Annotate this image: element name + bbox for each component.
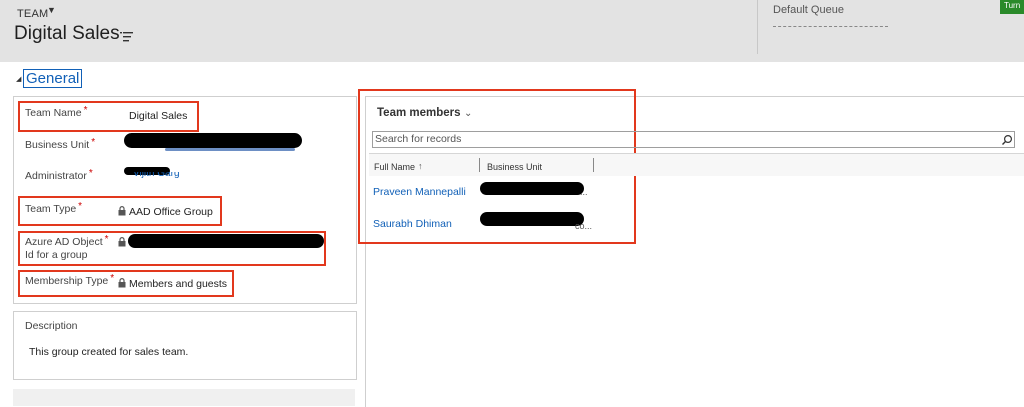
list-menu-icon[interactable] bbox=[120, 31, 133, 43]
default-queue-label: Default Queue bbox=[773, 4, 844, 16]
chevron-down-icon[interactable]: ⌄ bbox=[464, 108, 472, 119]
column-divider[interactable] bbox=[479, 158, 480, 172]
search-icon[interactable] bbox=[1001, 134, 1013, 146]
column-header-full-name[interactable]: Full Name bbox=[374, 162, 415, 172]
header-divider bbox=[757, 0, 758, 54]
business-unit-cell: ... bbox=[580, 187, 588, 197]
business-unit-label: Business Unit * bbox=[25, 137, 96, 151]
administrator-label: Administrator * bbox=[25, 168, 93, 182]
business-unit-cell: co... bbox=[575, 221, 593, 231]
triangle-collapse-icon[interactable]: ◢ bbox=[16, 75, 21, 83]
team-name-label: Team Name * bbox=[25, 105, 88, 119]
column-header-business-unit[interactable]: Business Unit bbox=[487, 162, 542, 172]
page-title: Digital Sales bbox=[14, 23, 120, 44]
team-type-value: AAD Office Group bbox=[129, 206, 213, 218]
sort-ascending-icon[interactable]: ↑ bbox=[418, 161, 423, 171]
default-queue-field[interactable] bbox=[773, 26, 888, 27]
next-section-strip bbox=[13, 389, 355, 406]
redacted-scribble bbox=[480, 212, 584, 226]
member-name-link[interactable]: Praveen Mannepalli bbox=[373, 186, 466, 198]
member-name-link[interactable]: Saurabh Dhiman bbox=[373, 218, 452, 230]
lock-icon bbox=[118, 278, 126, 288]
team-type-label: Team Type * bbox=[25, 201, 83, 215]
subgrid-title[interactable]: Team members bbox=[377, 107, 461, 119]
lock-icon bbox=[118, 237, 126, 247]
administrator-value[interactable]: Vijith Garg bbox=[133, 172, 180, 183]
description-value[interactable]: This group created for sales team. bbox=[29, 346, 188, 358]
redacted-scribble bbox=[124, 133, 302, 148]
lock-icon bbox=[118, 206, 126, 216]
membership-type-value: Members and guests bbox=[129, 278, 228, 290]
grid-header-row bbox=[369, 154, 1024, 176]
entity-type-label[interactable]: TEAM bbox=[17, 8, 48, 20]
section-general-toggle[interactable]: General bbox=[23, 69, 83, 88]
record-header bbox=[0, 0, 1024, 62]
description-label: Description bbox=[25, 320, 78, 332]
redacted-scribble bbox=[128, 234, 324, 248]
turn-button[interactable]: Turn bbox=[1000, 0, 1024, 14]
column-divider[interactable] bbox=[593, 158, 594, 172]
caret-down-icon[interactable]: ▼ bbox=[47, 5, 56, 15]
search-input[interactable] bbox=[375, 133, 985, 145]
azure-ad-object-label: Azure AD Object * Id for a group bbox=[25, 234, 109, 261]
business-unit-link-remnant[interactable] bbox=[165, 148, 295, 151]
membership-type-label: Membership Type * bbox=[25, 273, 115, 287]
redacted-scribble bbox=[480, 182, 584, 195]
team-name-value[interactable]: Digital Sales bbox=[129, 110, 187, 122]
